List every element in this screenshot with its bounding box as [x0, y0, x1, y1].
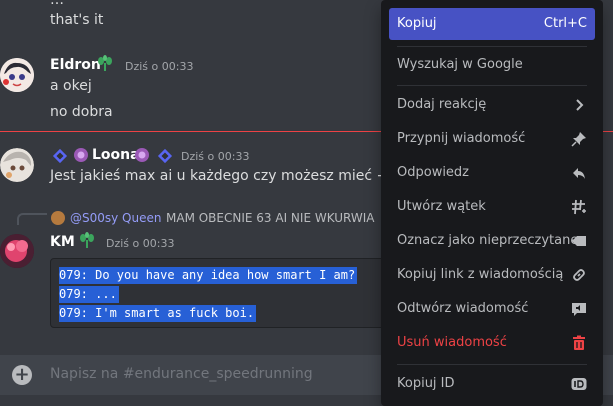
link-icon — [573, 269, 585, 281]
username[interactable]: Eldron — [50, 57, 101, 73]
reply-preview-text[interactable]: MAM OBECNIE 63 AI NIE WKURWIA — [166, 211, 375, 225]
message-text: Jest jakieś max ai u każdego czy możesz … — [50, 168, 415, 184]
menu-item-label: Wyszukaj w Google — [397, 57, 523, 72]
menu-item-add-reaction[interactable]: Dodaj reakcję — [389, 89, 595, 121]
context-menu: Kopiuj Ctrl+C Wyszukaj w Google Dodaj re… — [381, 0, 603, 406]
menu-item-mark-unread[interactable]: Oznacz jako nieprzeczytane — [389, 225, 595, 257]
avatar[interactable] — [0, 234, 34, 268]
id-icon — [571, 378, 587, 390]
menu-item-shortcut: Ctrl+C — [543, 16, 587, 31]
username[interactable]: Loona — [92, 147, 140, 163]
code-block[interactable]: 079: Do you have any idea how smart I am… — [50, 258, 392, 328]
chevron-right-icon — [576, 99, 584, 111]
diamond-badge-icon — [157, 148, 173, 164]
avatar[interactable] — [0, 148, 34, 182]
menu-divider — [397, 46, 587, 47]
code-line: 079: ... — [59, 286, 119, 303]
reply-spine — [17, 213, 47, 225]
thread-icon — [572, 199, 586, 215]
leaf-badge-icon — [98, 55, 112, 71]
timestamp[interactable]: Dziś o 00:33 — [125, 60, 193, 73]
speaker-message-icon — [572, 303, 586, 316]
diamond-badge-icon — [52, 148, 68, 164]
menu-item-label: Usuń wiadomość — [397, 335, 507, 350]
code-line: 079: I'm smart as fuck boi. — [59, 305, 257, 322]
unread-flag-icon — [572, 236, 586, 246]
reply-mention[interactable]: @S00sy Queen — [70, 211, 161, 225]
message-input[interactable]: Napisz na #endurance_speedrunning — [50, 366, 313, 382]
menu-item-copy[interactable]: Kopiuj Ctrl+C — [389, 8, 595, 40]
menu-item-pin-message[interactable]: Przypnij wiadomość — [389, 123, 595, 155]
menu-item-label: Przypnij wiadomość — [397, 131, 526, 146]
menu-item-label: Odtwórz wiadomość — [397, 301, 529, 316]
message-text: no dobra — [50, 104, 113, 120]
timestamp[interactable]: Dziś o 00:33 — [106, 237, 174, 250]
timestamp[interactable]: Dziś o 00:33 — [181, 150, 249, 163]
message-text: that's it — [50, 12, 104, 28]
menu-item-copy-id[interactable]: Kopiuj ID — [389, 368, 595, 400]
menu-item-label: Kopiuj link z wiadomością — [397, 267, 564, 282]
avatar[interactable] — [51, 211, 65, 225]
menu-item-create-thread[interactable]: Utwórz wątek — [389, 191, 595, 223]
menu-item-label: Oznacz jako nieprzeczytane — [397, 233, 579, 248]
trash-icon — [573, 335, 585, 350]
menu-item-label: Kopiuj — [397, 16, 437, 31]
menu-item-label: Dodaj reakcję — [397, 97, 487, 112]
menu-item-label: Utwórz wątek — [397, 199, 486, 214]
menu-item-play-message[interactable]: Odtwórz wiadomość — [389, 293, 595, 325]
menu-item-label: Kopiuj ID — [397, 376, 455, 391]
gem-badge-icon — [74, 148, 88, 162]
add-attachment-button[interactable]: + — [12, 365, 32, 385]
leaf-badge-icon — [80, 232, 94, 248]
message-text: a okej — [50, 78, 92, 94]
partial-message-text: … — [50, 0, 64, 8]
menu-item-search-google[interactable]: Wyszukaj w Google — [389, 49, 595, 81]
menu-item-delete-message[interactable]: Usuń wiadomość — [389, 327, 595, 359]
menu-item-copy-link[interactable]: Kopiuj link z wiadomością — [389, 259, 595, 291]
menu-item-label: Odpowiedz — [397, 165, 470, 180]
menu-divider — [397, 85, 587, 86]
avatar[interactable] — [0, 58, 34, 92]
username[interactable]: KM — [50, 234, 75, 250]
code-line: 079: Do you have any idea how smart I am… — [59, 267, 358, 284]
menu-divider — [397, 364, 587, 365]
menu-item-reply[interactable]: Odpowiedz — [389, 157, 595, 189]
reply-arrow-icon — [573, 168, 585, 179]
pin-icon — [571, 132, 586, 147]
gem-badge-icon — [135, 148, 149, 162]
